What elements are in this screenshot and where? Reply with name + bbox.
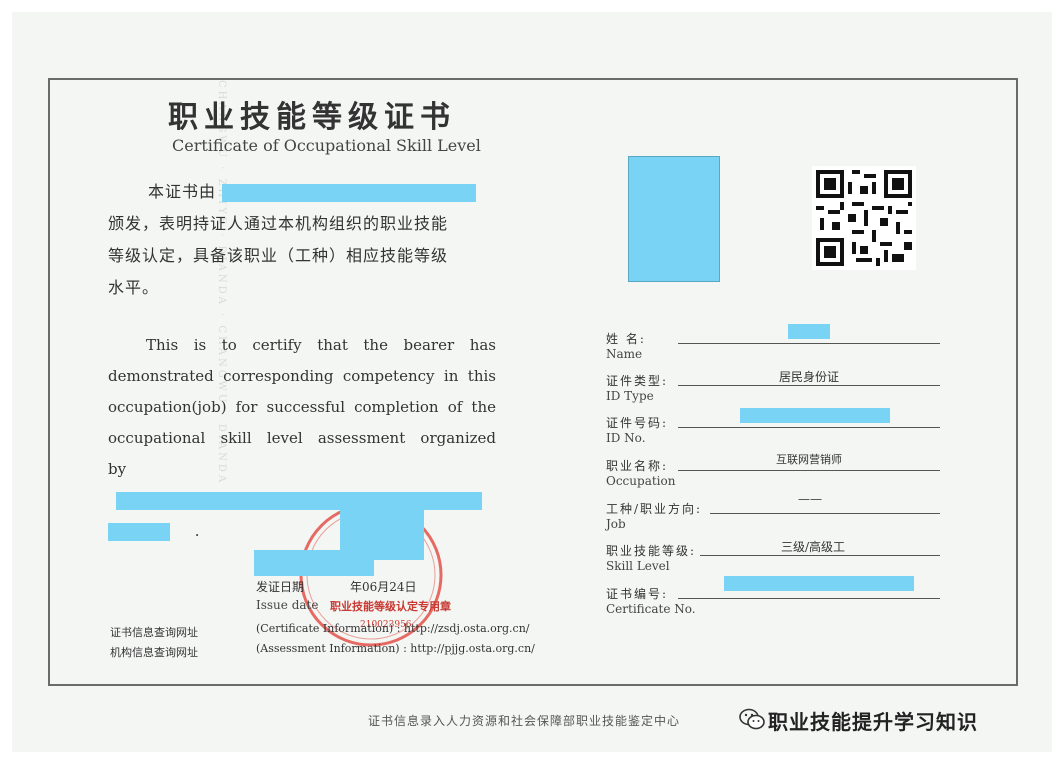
id-no-line <box>678 427 940 428</box>
cert-no-label-cn: 证书编号: <box>606 587 669 601</box>
body-chinese: 本证书由 颁发，表明持证人通过本机构组织的职业技能 等级认定，具备该职业（工种）… <box>108 176 508 304</box>
cert-query-url[interactable]: (Certificate Information) : http://zsdj.… <box>256 622 530 635</box>
occupation-value: 互联网营销师 <box>776 453 842 466</box>
occupation-label-cn: 职业名称: <box>606 459 669 473</box>
skill-level-value: 三级/高级工 <box>780 540 846 554</box>
name-label-en: Name <box>606 347 643 361</box>
redacted-organization <box>222 183 477 202</box>
cert-no-label-en: Certificate No. <box>606 602 696 616</box>
job-value: —— <box>798 492 822 506</box>
body-en-line3: occupation(job) for successful completio… <box>108 398 496 416</box>
occupation-line <box>678 470 940 471</box>
skill-level-label-en: Skill Level <box>606 559 670 573</box>
body-en-line2: demonstrated corresponding competency in… <box>108 367 496 385</box>
body-en-line1: This is to certify that the bearer has <box>146 336 496 354</box>
body-cn-line2: 颁发，表明持证人通过本机构组织的职业技能 <box>108 214 449 233</box>
job-label-cn: 工种/职业方向: <box>606 502 703 516</box>
body-en-by: by <box>108 460 127 478</box>
name-line <box>678 343 940 344</box>
occupation-label-en: Occupation <box>606 474 676 488</box>
issue-date-label-cn: 发证日期 <box>256 580 305 594</box>
id-type-line <box>678 385 940 386</box>
body-en-period: . <box>194 522 200 540</box>
issue-date-value: 年06月24日 <box>350 580 417 594</box>
footer-note: 证书信息录入人力资源和社会保障部职业技能鉴定中心 <box>368 714 681 728</box>
org-query-url[interactable]: (Assessment Information) : http://pjjg.o… <box>256 642 535 655</box>
watermark-text: 职业技能提升学习知识 <box>768 710 978 734</box>
wechat-icon <box>739 708 765 730</box>
skill-level-line <box>700 555 940 556</box>
name-redacted <box>788 324 830 339</box>
job-label-en: Job <box>606 517 626 531</box>
name-label-cn: 姓 名: <box>606 332 646 346</box>
body-cn-line3: 等级认定，具备该职业（工种）相应技能等级 <box>108 246 449 265</box>
cert-no-redacted <box>724 576 914 591</box>
job-line <box>710 513 940 514</box>
body-cn-prefix: 本证书由 <box>148 182 217 201</box>
body-cn-line4: 水平。 <box>108 278 160 297</box>
id-type-value: 居民身份证 <box>778 370 839 384</box>
redacted-assessor-cont <box>108 523 170 541</box>
org-query-label: 机构信息查询网址 <box>110 646 198 659</box>
id-no-redacted <box>740 408 890 423</box>
issue-date-label-en: Issue date <box>256 598 319 612</box>
skill-level-label-cn: 职业技能等级: <box>606 544 697 558</box>
issue-date-redacted <box>254 550 374 576</box>
photo-redacted <box>628 156 720 282</box>
cert-query-label: 证书信息查询网址 <box>110 626 198 639</box>
title-english: Certificate of Occupational Skill Level <box>172 136 481 155</box>
qr-code-icon <box>812 166 916 270</box>
id-no-label-cn: 证件号码: <box>606 416 669 430</box>
seal-text: 职业技能等级认定专用章 <box>330 600 451 613</box>
body-en-line4: occupational skill level assessment orga… <box>108 429 496 447</box>
id-no-label-en: ID No. <box>606 431 646 445</box>
id-type-label-en: ID Type <box>606 389 654 403</box>
id-type-label-cn: 证件类型: <box>606 374 669 388</box>
title-chinese: 职业技能等级证书 <box>168 100 456 135</box>
cert-no-line <box>678 598 940 599</box>
